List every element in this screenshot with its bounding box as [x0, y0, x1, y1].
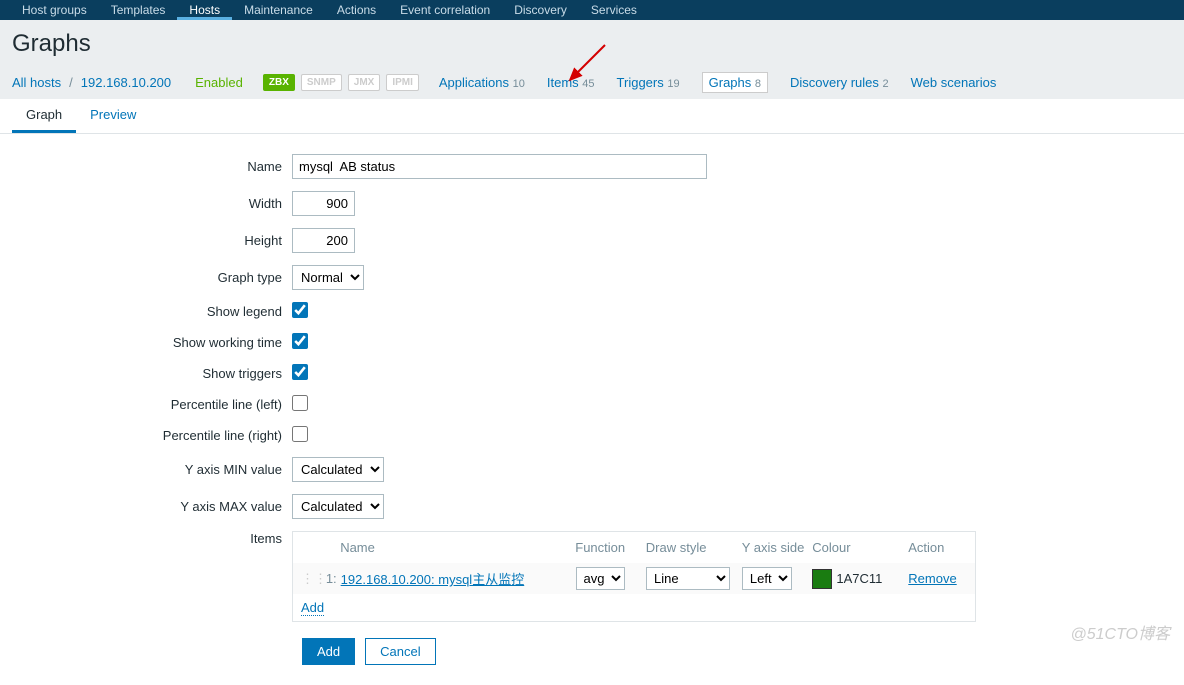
hostnav-discovery[interactable]: Discovery rules 2 — [790, 75, 889, 90]
header-area: Graphs All hosts / 192.168.10.200 Enable… — [0, 20, 1184, 99]
nav-templates[interactable]: Templates — [99, 0, 178, 20]
tab-graph[interactable]: Graph — [12, 99, 76, 133]
badge-snmp: SNMP — [301, 74, 342, 91]
header-draw: Draw style — [646, 540, 742, 555]
colour-value: 1A7C11 — [836, 571, 882, 586]
showlegend-checkbox[interactable] — [292, 302, 308, 318]
hostnav-items[interactable]: Items 45 — [547, 75, 595, 90]
breadcrumb-sep: / — [69, 75, 73, 90]
row-num: 1: — [321, 571, 341, 586]
showlegend-label: Show legend — [12, 304, 292, 319]
percleft-label: Percentile line (left) — [12, 397, 292, 412]
remove-link[interactable]: Remove — [908, 571, 956, 586]
badge-jmx: JMX — [348, 74, 381, 91]
items-label: Items — [12, 531, 292, 546]
badge-ipmi: IPMI — [386, 74, 419, 91]
percleft-checkbox[interactable] — [292, 395, 308, 411]
top-nav: Host groups Templates Hosts Maintenance … — [0, 0, 1184, 20]
percright-label: Percentile line (right) — [12, 428, 292, 443]
breadcrumb: All hosts / 192.168.10.200 Enabled ZBX S… — [12, 72, 1172, 99]
breadcrumb-host[interactable]: 192.168.10.200 — [81, 75, 171, 90]
ymin-select[interactable]: Calculated — [292, 457, 384, 482]
nav-services[interactable]: Services — [579, 0, 649, 20]
header-name: Name — [340, 540, 575, 555]
nav-eventcorr[interactable]: Event correlation — [388, 0, 502, 20]
form-area: Name Width Height Graph type Normal Show… — [0, 134, 1184, 685]
name-input[interactable] — [292, 154, 707, 179]
ymin-label: Y axis MIN value — [12, 462, 292, 477]
showwork-label: Show working time — [12, 335, 292, 350]
name-label: Name — [12, 159, 292, 174]
drag-handle-icon[interactable]: ⋮⋮ — [301, 571, 321, 587]
nav-hostgroups[interactable]: Host groups — [10, 0, 99, 20]
drawstyle-select[interactable]: Line — [646, 567, 730, 590]
function-select[interactable]: avg — [576, 567, 625, 590]
item-name-link[interactable]: 192.168.10.200: mysql主从监控 — [341, 572, 525, 587]
header-action: Action — [908, 540, 967, 555]
graphtype-select[interactable]: Normal — [292, 265, 364, 290]
height-label: Height — [12, 233, 292, 248]
percright-checkbox[interactable] — [292, 426, 308, 442]
header-yaxis: Y axis side — [742, 540, 813, 555]
badge-zbx: ZBX — [263, 74, 295, 91]
table-row: ⋮⋮ 1: 192.168.10.200: mysql主从监控 avg Line… — [293, 563, 975, 594]
showtrig-label: Show triggers — [12, 366, 292, 381]
add-item-link[interactable]: Add — [301, 600, 324, 616]
tabs: Graph Preview — [0, 99, 1184, 134]
header-function: Function — [575, 540, 646, 555]
ymax-label: Y axis MAX value — [12, 499, 292, 514]
nav-discovery[interactable]: Discovery — [502, 0, 579, 20]
nav-hosts[interactable]: Hosts — [177, 0, 232, 20]
page-title: Graphs — [12, 30, 1172, 72]
width-input[interactable] — [292, 191, 355, 216]
status-enabled: Enabled — [195, 75, 243, 90]
header-colour: Colour — [812, 540, 908, 555]
hostnav-triggers[interactable]: Triggers 19 — [617, 75, 680, 90]
ymax-select[interactable]: Calculated — [292, 494, 384, 519]
watermark: @51CTO博客 — [1070, 620, 1170, 644]
items-header: Name Function Draw style Y axis side Col… — [293, 532, 975, 563]
hostnav-applications[interactable]: Applications 10 — [439, 75, 525, 90]
tab-preview[interactable]: Preview — [76, 99, 150, 133]
showtrig-checkbox[interactable] — [292, 364, 308, 380]
colour-swatch[interactable] — [812, 569, 832, 589]
showwork-checkbox[interactable] — [292, 333, 308, 349]
hostnav-web[interactable]: Web scenarios — [911, 75, 997, 90]
hostnav-graphs[interactable]: Graphs 8 — [702, 72, 768, 93]
nav-actions[interactable]: Actions — [325, 0, 388, 20]
breadcrumb-allhosts[interactable]: All hosts — [12, 75, 61, 90]
yaxis-select[interactable]: Left — [742, 567, 792, 590]
graphtype-label: Graph type — [12, 270, 292, 285]
items-table: Name Function Draw style Y axis side Col… — [292, 531, 976, 622]
nav-maintenance[interactable]: Maintenance — [232, 0, 325, 20]
height-input[interactable] — [292, 228, 355, 253]
width-label: Width — [12, 196, 292, 211]
